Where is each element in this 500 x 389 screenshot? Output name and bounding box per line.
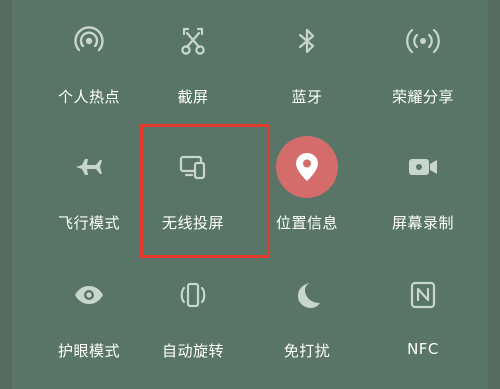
tile-eye-comfort[interactable]: 护眼模式 bbox=[34, 264, 144, 384]
tile-label: 截屏 bbox=[177, 88, 209, 106]
screen-cast-icon bbox=[162, 136, 224, 198]
tile-label: 位置信息 bbox=[275, 214, 338, 232]
tile-screen-record[interactable]: 屏幕录制 bbox=[368, 136, 478, 256]
tile-hotspot[interactable]: 个人热点 bbox=[34, 10, 144, 130]
tile-bluetooth[interactable]: 蓝牙 bbox=[252, 10, 362, 130]
share-broadcast-icon bbox=[392, 10, 454, 72]
tile-label: 个人热点 bbox=[57, 88, 120, 106]
location-pin-icon bbox=[276, 136, 338, 198]
tile-label: 无线投屏 bbox=[161, 214, 224, 232]
eye-icon bbox=[58, 264, 120, 326]
tile-airplane[interactable]: 飞行模式 bbox=[34, 136, 144, 256]
tile-label: 自动旋转 bbox=[161, 342, 224, 360]
tile-label: 飞行模式 bbox=[57, 214, 120, 232]
nfc-icon bbox=[392, 264, 454, 326]
bluetooth-icon bbox=[276, 10, 338, 72]
tile-label: 屏幕录制 bbox=[391, 214, 454, 232]
video-camera-icon bbox=[392, 136, 454, 198]
tile-label: 蓝牙 bbox=[291, 88, 323, 106]
hotspot-icon bbox=[58, 10, 120, 72]
tile-wireless-projection[interactable]: 无线投屏 bbox=[138, 136, 248, 256]
tile-label: 免打扰 bbox=[283, 342, 331, 360]
tile-do-not-disturb[interactable]: 免打扰 bbox=[252, 264, 362, 384]
tile-auto-rotate[interactable]: 自动旋转 bbox=[138, 264, 248, 384]
rotate-phone-icon bbox=[162, 264, 224, 326]
quick-settings-panel: 个人热点 截屏 蓝牙 荣耀分享 飞行模式 无线投屏 位置信息 屏幕录制 护眼模式… bbox=[12, 0, 488, 389]
tile-screenshot[interactable]: 截屏 bbox=[138, 10, 248, 130]
tile-share[interactable]: 荣耀分享 bbox=[368, 10, 478, 130]
tile-label: 荣耀分享 bbox=[391, 88, 454, 106]
tile-label: 护眼模式 bbox=[57, 342, 120, 360]
tile-nfc[interactable]: NFC bbox=[368, 264, 478, 384]
airplane-icon bbox=[58, 136, 120, 198]
tile-label: NFC bbox=[407, 340, 439, 358]
scissors-icon bbox=[162, 10, 224, 72]
moon-icon bbox=[276, 264, 338, 326]
tile-location[interactable]: 位置信息 bbox=[252, 136, 362, 256]
